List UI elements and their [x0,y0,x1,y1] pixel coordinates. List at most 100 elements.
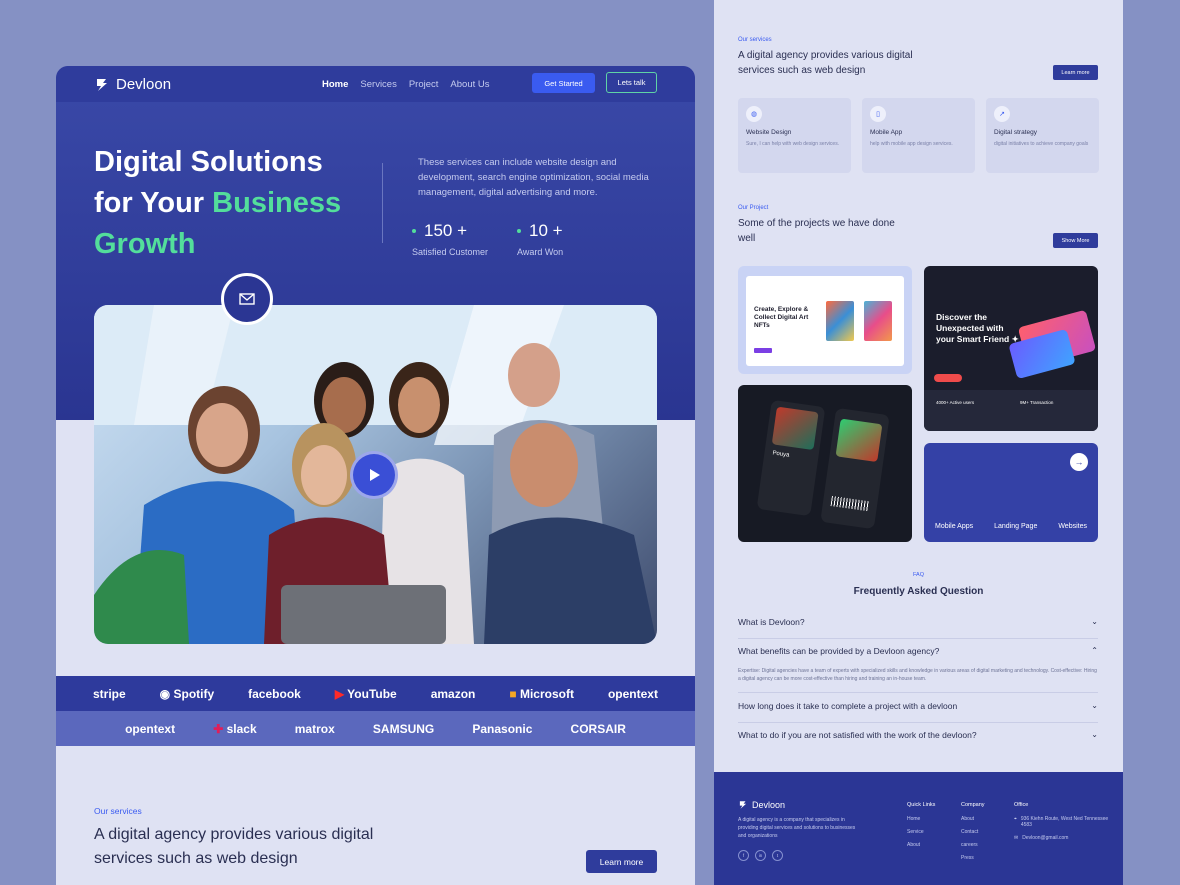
footer-email[interactable]: ✉ Devloon@gmail.com [1014,835,1114,841]
category-landing-page[interactable]: Landing Page [994,523,1037,530]
send-message-badge[interactable] [221,273,273,325]
social-icon[interactable]: in [755,850,766,861]
footer-link[interactable]: Press [961,855,985,861]
stat-label: Award Won [517,247,564,257]
nft-art-1 [826,301,854,341]
show-more-button[interactable]: Show More [1053,233,1098,248]
hero-title-line2: for Your Business [94,183,414,224]
footer-link[interactable]: Contact [961,829,985,835]
footer-col-title: Company [961,802,985,808]
footer-link[interactable]: Home [907,816,935,822]
project-fintech[interactable]: Discover the Unexpected with your Smart … [924,266,1098,431]
phone-mockup-2 [820,407,890,530]
brand-corsair: CORSAIR [570,721,626,736]
project-nft-text: Create, Explore & Collect Digital Art NF… [754,306,809,329]
footer-brand: Devloon [752,800,786,810]
fintech-stat-transactions: 9M+ Transaction [1020,400,1054,405]
learn-more-button[interactable]: Learn more [1053,65,1098,80]
youtube-icon: ▶ [334,686,345,701]
footer-link[interactable]: Service [907,829,935,835]
footer-link[interactable]: careers [961,842,985,848]
stat-awards: 10 + Award Won [517,221,563,257]
brand-samsung: SAMSUNG [372,721,435,736]
category-mobile-apps[interactable]: Mobile Apps [935,523,973,530]
faq-item[interactable]: How long does it take to complete a proj… [738,701,1098,723]
chevron-down-icon: ⌄ [1091,701,1098,710]
faq-question: What to do if you are not satisfied with… [738,730,977,740]
footer-quick-links: Quick Links Home Service About [907,802,935,855]
mail-icon: ✉ [1014,835,1019,841]
hero-title-line3: Growth [94,228,196,260]
brand-opentext: opentext [125,721,176,736]
fintech-cta-button [934,374,962,382]
stat-value: 10 + [529,221,563,240]
project-nft[interactable]: Create, Explore & Collect Digital Art NF… [738,266,912,374]
nav-link-project[interactable]: Project [409,79,439,90]
nav-link-about[interactable]: About Us [450,79,489,90]
brand-slack: ✚ slack [213,722,256,736]
project-music[interactable]: Pouya [738,385,912,542]
slack-icon: ✚ [213,721,224,736]
brand-label: Microsoft [519,686,574,701]
service-card-title: Mobile App [870,129,903,136]
footer-address: ⌖ 936 Kiehn Route, West Ned Tennessee 458… [1014,816,1114,828]
faq-answer: Expertise: Digital agencies have a team … [738,668,1097,682]
brand-spotify: ◉ Spotify [160,687,215,701]
brand-panasonic: Panasonic [472,721,533,736]
hero-title-line1: Digital Solutions [94,146,323,178]
play-button[interactable] [350,451,398,499]
spotify-icon: ◉ [159,686,171,701]
service-card-desc: help with mobile app design services. [870,141,953,147]
nft-art-2 [864,301,892,341]
get-started-button[interactable]: Get Started [532,73,595,93]
globe-icon: ◍ [746,106,762,122]
chevron-down-icon: ⌄ [1091,730,1098,739]
hero-title-text: for Your [94,187,213,219]
hero-title-highlight: Business [212,187,342,219]
stat-label: Satisfied Customer [412,247,489,257]
faq-title: Frequently Asked Question [853,586,984,597]
social-icon[interactable]: f [738,850,749,861]
footer-logo[interactable]: Devloon [738,800,785,810]
brand-logo[interactable]: Devloon [94,76,171,93]
nav-link-services[interactable]: Services [360,79,396,90]
logo-icon [739,801,747,809]
bullet-icon [517,229,521,233]
brand-stripe: stripe [92,686,126,701]
faq-item[interactable]: What is Devloon? ⌄ [738,617,1098,639]
services-title: A digital agency provides various digita… [94,826,374,867]
brands-row-1: stripe ◉ Spotify facebook ▶ YouTube amaz… [56,676,695,711]
footer-link[interactable]: About [907,842,935,848]
brand-opentext: opentext [607,686,658,701]
faq-item[interactable]: What to do if you are not satisfied with… [738,730,1098,752]
nav-link-home[interactable]: Home [322,79,348,90]
microsoft-icon: ■ [509,686,517,701]
fintech-stat-users: 4000+ Active users [936,400,975,405]
social-links: f in t [738,850,783,861]
lets-talk-button[interactable]: Lets talk [606,72,657,93]
brands-row-2: opentext ✚ slack matrox SAMSUNG Panasoni… [56,711,695,746]
social-icon[interactable]: t [772,850,783,861]
footer-link[interactable]: About [961,816,985,822]
brand-label: Spotify [173,686,215,701]
footer-col-title: Quick Links [907,802,936,808]
brand-amazon: amazon [430,686,476,701]
category-websites[interactable]: Websites [1058,523,1087,530]
brand-label: YouTube [347,686,397,701]
brand-name: Devloon [116,76,172,93]
album-art-1 [771,406,819,451]
learn-more-button[interactable]: Learn more [586,850,657,873]
chevron-up-icon: ⌃ [1091,646,1098,655]
category-list: Mobile Apps Landing Page Websites [935,523,1087,530]
brand-youtube: ▶ YouTube [335,687,397,701]
arrow-right-icon[interactable]: → [1070,453,1088,471]
hero-video[interactable] [94,305,657,644]
service-card-strategy[interactable]: ↗ Digital strategy digital initiatives t… [986,98,1099,173]
service-card-website[interactable]: ◍ Website Design Sure, I can help with w… [738,98,851,173]
service-card-mobile[interactable]: ▯ Mobile App help with mobile app design… [862,98,975,173]
address-text: 936 Kiehn Route, West Ned Tennessee 4583 [1020,816,1109,828]
navbar: Devloon Home Services Project About Us G… [56,66,695,102]
services-title: A digital agency provides various digita… [738,50,913,76]
stat-value: 150 + [424,221,468,240]
project-fintech-text: Discover the Unexpected with your Smart … [936,312,1019,344]
